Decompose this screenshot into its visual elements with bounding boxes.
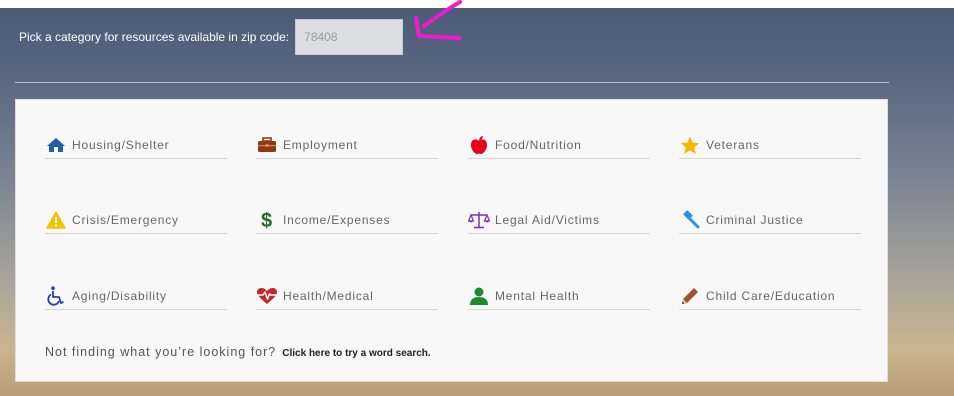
category-label: Crisis/Emergency (72, 213, 179, 227)
scales-icon (468, 210, 490, 230)
star-icon (679, 135, 701, 155)
footer-text: Not finding what you’re looking for? (45, 345, 277, 359)
gavel-icon (679, 210, 701, 230)
category-label: Food/Nutrition (495, 138, 582, 152)
category-criminal-justice[interactable]: Criminal Justice (679, 207, 861, 234)
category-label: Child Care/Education (706, 289, 836, 303)
briefcase-icon (256, 135, 278, 155)
apple-icon (468, 135, 490, 155)
category-food-nutrition[interactable]: Food/Nutrition (468, 132, 650, 159)
category-panel: Housing/Shelter Employment Food/Nutritio… (15, 99, 888, 382)
divider (15, 82, 889, 83)
zip-row: Pick a category for resources available … (19, 18, 404, 56)
category-label: Veterans (706, 138, 760, 152)
category-aging-disability[interactable]: Aging/Disability (45, 283, 227, 310)
category-health-medical[interactable]: Health/Medical (256, 283, 438, 310)
category-label: Aging/Disability (72, 289, 167, 303)
annotation-arrow-icon (414, 0, 462, 40)
category-legal-aid-victims[interactable]: Legal Aid/Victims (468, 207, 650, 234)
category-employment[interactable]: Employment (256, 132, 438, 159)
warning-icon (45, 210, 67, 230)
category-veterans[interactable]: Veterans (679, 132, 861, 159)
zip-input[interactable] (295, 19, 404, 55)
category-mental-health[interactable]: Mental Health (468, 283, 650, 310)
person-icon (468, 286, 490, 306)
category-label: Health/Medical (283, 289, 374, 303)
category-label: Income/Expenses (283, 213, 391, 227)
pencil-icon (679, 286, 701, 306)
heart-pulse-icon (256, 286, 278, 306)
home-icon (45, 135, 67, 155)
svg-text:$: $ (261, 210, 273, 230)
wheelchair-icon (45, 286, 67, 306)
category-label: Legal Aid/Victims (495, 213, 600, 227)
dollar-icon: $ (256, 210, 278, 230)
category-child-care-education[interactable]: Child Care/Education (679, 283, 861, 310)
category-label: Mental Health (495, 289, 580, 303)
category-income-expenses[interactable]: $ Income/Expenses (256, 207, 438, 234)
category-crisis-emergency[interactable]: Crisis/Emergency (45, 207, 227, 234)
word-search-link[interactable]: Click here to try a word search. (282, 348, 430, 359)
category-housing-shelter[interactable]: Housing/Shelter (45, 132, 227, 159)
zip-label: Pick a category for resources available … (19, 30, 290, 44)
top-strip (0, 0, 954, 8)
category-label: Employment (283, 138, 358, 152)
category-label: Housing/Shelter (72, 138, 170, 152)
footer: Not finding what you’re looking for? Clic… (45, 345, 431, 359)
category-label: Criminal Justice (706, 213, 804, 227)
